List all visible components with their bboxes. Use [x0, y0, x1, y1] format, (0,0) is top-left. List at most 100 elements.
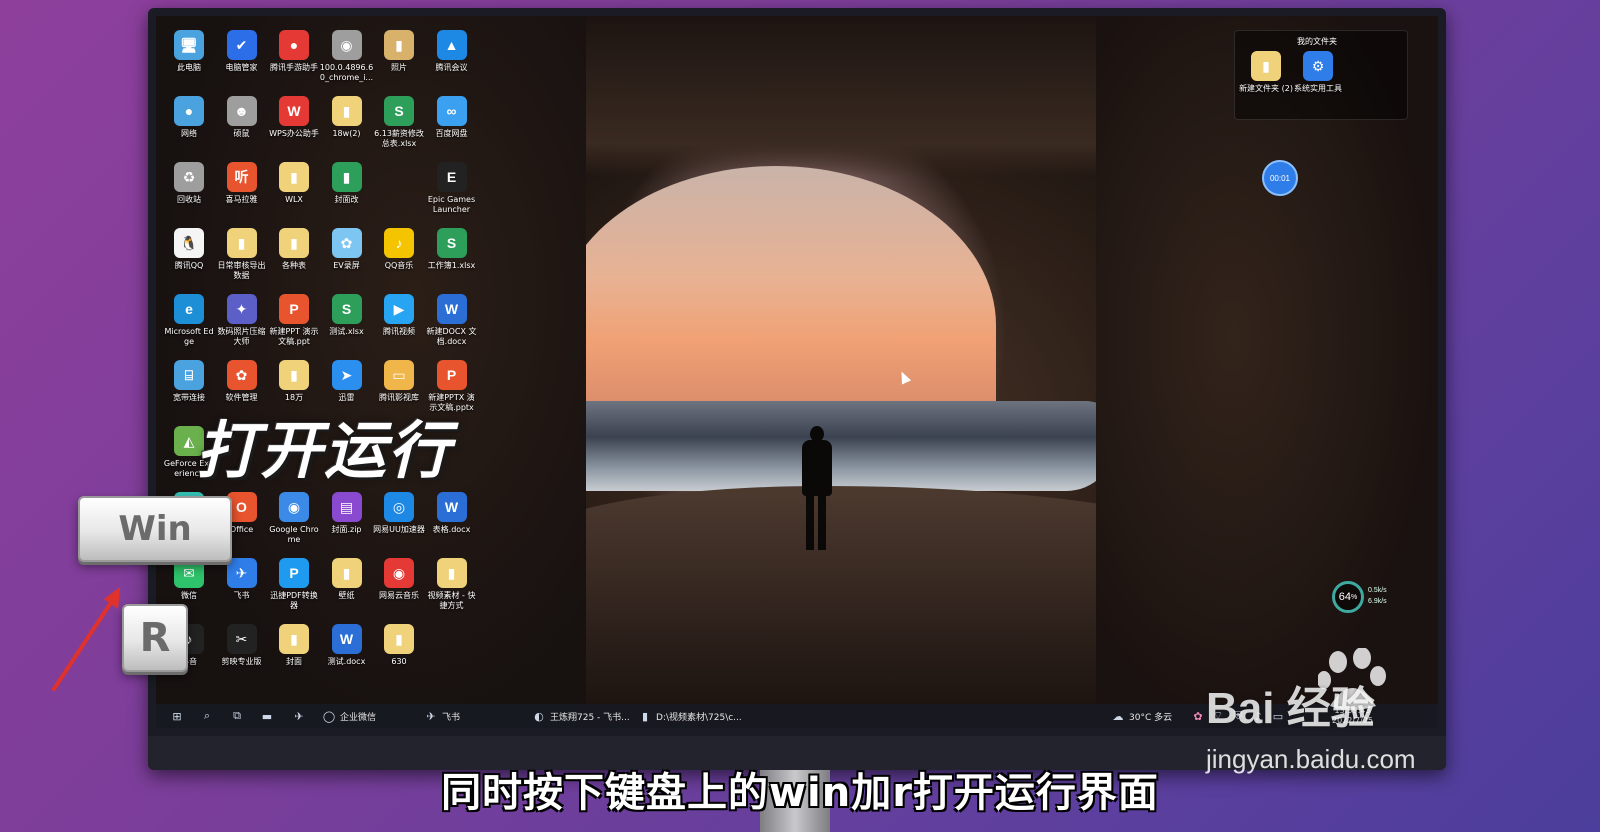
desktop-icon[interactable]: W WPS办公助手 [267, 96, 321, 139]
network-percent-unit: % [1351, 593, 1358, 601]
desktop-icon[interactable]: ➤ 迅雷 [320, 360, 374, 403]
gear-icon: ⚙ [1303, 51, 1333, 81]
desktop-icon-image: ◉ [384, 558, 414, 588]
desktop-icon-image: ✉ [174, 558, 204, 588]
folder-panel-item[interactable]: ▮ 新建文件夹 (2) [1239, 51, 1293, 94]
desktop-icon[interactable]: ✈ 飞书 [215, 558, 269, 601]
desktop-icon-label: 腾讯会议 [435, 63, 468, 72]
desktop-icon-label: 日常审核导出数据 [217, 261, 266, 280]
desktop-icon[interactable]: ▭ 腾讯影视库 [372, 360, 426, 403]
desktop-icon[interactable]: ✂ 剪映专业版 [215, 624, 269, 667]
desktop-icon[interactable]: ♻ 回收站 [162, 162, 216, 205]
desktop-icon[interactable] [372, 162, 426, 195]
taskbar-item[interactable]: ⧉ [230, 708, 244, 724]
desktop-icon-image: ▮ [331, 162, 362, 192]
desktop-icon[interactable]: ▶ 腾讯视频 [372, 294, 426, 337]
taskbar-item-icon: ▬ [261, 709, 273, 723]
desktop-icon[interactable]: E Epic Games Launcher [425, 162, 479, 215]
network-up: 0.5k/s [1368, 587, 1387, 594]
desktop-icon[interactable]: ◉ 100.0.4896.60_chrome_i... [320, 30, 374, 83]
network-percent: 64 [1338, 591, 1351, 603]
desktop-icon[interactable]: ✿ EV录屏 [320, 228, 374, 271]
desktop-icon[interactable]: ☻ 硕鼠 [215, 96, 269, 139]
desktop-icon[interactable]: ▮ 18w(2) [320, 96, 374, 139]
taskbar-item[interactable]: ▬ [260, 708, 274, 724]
cloud-icon: ☁ [1112, 709, 1124, 723]
desktop-icon[interactable]: W 新建DOCX 文档.docx [425, 294, 479, 347]
desktop-icon[interactable]: S 6.13薪资修改总表.xlsx [372, 96, 426, 149]
desktop-icon[interactable]: ◎ 网易UU加速器 [372, 492, 426, 535]
desktop-icon[interactable]: ● 腾讯手游助手 [267, 30, 321, 73]
desktop-icon-label: 表格.docx [432, 525, 471, 534]
desktop-icon[interactable]: ● 网络 [162, 96, 216, 139]
network-percent-ring: 64% [1332, 581, 1364, 613]
folder-panel-item-label: 系统实用工具 [1294, 84, 1342, 93]
desktop-icon-image: ✿ [226, 360, 257, 390]
desktop-icon[interactable]: S 测试.xlsx [320, 294, 374, 337]
taskbar-item[interactable]: ▮ D:\视频素材\725\c... [638, 708, 742, 724]
taskbar-item-label: 企业微信 [340, 712, 377, 723]
desktop-icon[interactable]: P 迅捷PDF转换器 [267, 558, 321, 611]
desktop-icon-image [437, 624, 467, 654]
desktop-icon-image: 🐧 [174, 228, 204, 258]
desktop-icon[interactable]: ▮ 各种表 [267, 228, 321, 271]
desktop-icon[interactable]: ✉ 微信 [162, 558, 216, 601]
desktop-icon[interactable]: ✿ 软件管理 [215, 360, 269, 403]
wallpaper-person [796, 426, 836, 551]
desktop-icon[interactable]: e Microsoft Edge [162, 294, 216, 347]
desktop-icon[interactable]: ▮ 日常审核导出数据 [215, 228, 269, 281]
desktop-icon[interactable]: ◉ Google Chrome [267, 492, 321, 545]
desktop-icon[interactable]: ▮ 18万 [267, 360, 321, 403]
taskbar-item[interactable]: ⊞ [170, 708, 184, 724]
desktop-icon[interactable]: ◉ 网易云音乐 [372, 558, 426, 601]
desktop-icon-label: 壁纸 [338, 591, 355, 600]
desktop-icon[interactable]: 🐧 腾讯QQ [162, 228, 216, 271]
taskbar-item-icon: ◯ [322, 709, 336, 723]
desktop-icon-label: 封面 [286, 657, 302, 666]
overlay-title: 打开运行 [196, 414, 453, 487]
desktop-icon[interactable]: ▮ 视频素材 - 快捷方式 [425, 558, 479, 611]
desktop-icon[interactable]: ▮ WLX [267, 162, 321, 205]
desktop-icon-image: ▮ [279, 162, 309, 192]
desktop-icon[interactable]: ✔ 电脑管家 [215, 30, 269, 73]
desktop-icon-label: 喜马拉雅 [225, 195, 258, 204]
desktop-icon[interactable]: ▮ 630 [372, 624, 426, 667]
desktop-icon[interactable]: ▮ 封面改 [320, 162, 374, 205]
taskbar-item[interactable]: ✈ [292, 708, 306, 724]
desktop-icon[interactable]: ▤ 封面.zip [320, 492, 374, 535]
taskbar-item-icon: ⧉ [233, 709, 241, 722]
desktop-icon-label: 100.0.4896.60_chrome_i... [319, 63, 374, 82]
desktop-icon[interactable]: ✦ 数码照片压缩大师 [215, 294, 269, 347]
desktop-icon-image: S [331, 294, 362, 324]
desktop-icon[interactable]: S 工作簿1.xlsx [425, 228, 479, 271]
watermark-url: jingyan.baidu.com [1206, 744, 1416, 774]
desktop-icon[interactable]: ♪ QQ音乐 [372, 228, 426, 271]
desktop-icon[interactable]: W 表格.docx [425, 492, 479, 535]
desktop-icon[interactable]: ∞ 百度网盘 [425, 96, 479, 139]
desktop-icon[interactable]: ▮ 壁纸 [320, 558, 374, 601]
network-widget[interactable]: 64% 0.5k/s 6.9k/s [1332, 581, 1412, 613]
desktop-icon-image: ➤ [331, 360, 362, 390]
desktop-icon[interactable]: ▮ 照片 [372, 30, 426, 73]
desktop-icon-label: 照片 [391, 63, 407, 72]
wallpaper-sky [556, 166, 996, 416]
desktop-icon[interactable]: ▲ 腾讯会议 [425, 30, 479, 73]
desktop-icon[interactable]: 🖥 此电脑 [162, 30, 216, 73]
network-speeds: 0.5k/s 6.9k/s [1368, 585, 1387, 607]
folder-panel-item[interactable]: ⚙ 系统实用工具 [1291, 51, 1345, 94]
desktop-icon[interactable]: W 测试.docx [320, 624, 374, 667]
desktop-icon[interactable]: 听喜马拉雅 [215, 162, 269, 205]
desktop-icon-image: ▮ [384, 624, 414, 654]
taskbar-item[interactable]: ◐ 王炼翔725 - 飞书... [532, 708, 630, 724]
desktop-icon[interactable]: P 新建PPT 演示文稿.ppt [267, 294, 321, 347]
desktop-icon[interactable]: ⌸ 宽带连接 [162, 360, 216, 403]
desktop-icon-label: 新建PPT 演示文稿.ppt [269, 327, 319, 346]
taskbar-weather[interactable]: ☁ 30°C 多云 [1111, 708, 1173, 724]
taskbar-item-label: 王炼翔725 - 飞书... [550, 712, 630, 723]
desktop-icon[interactable]: ▮ 封面 [267, 624, 321, 667]
timer-bubble[interactable]: 00:01 [1262, 160, 1298, 196]
desktop-icon[interactable] [425, 624, 479, 657]
taskbar-item[interactable]: ◯ 企业微信 [322, 708, 376, 724]
taskbar-item[interactable]: ✈ 飞书 [424, 708, 460, 724]
taskbar-item[interactable]: ⌕ [200, 708, 214, 724]
